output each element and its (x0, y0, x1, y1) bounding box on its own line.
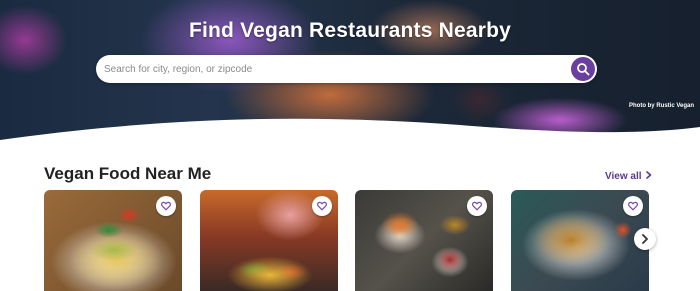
view-all-link[interactable]: View all (605, 171, 652, 182)
heart-icon (317, 201, 327, 211)
favorite-button[interactable] (156, 196, 176, 216)
favorite-button[interactable] (623, 196, 643, 216)
search-icon (577, 63, 590, 76)
restaurant-card[interactable] (511, 190, 649, 291)
heart-icon (472, 201, 482, 211)
restaurant-card[interactable] (44, 190, 182, 291)
heart-icon (628, 201, 638, 211)
view-all-label: View all (605, 171, 642, 182)
search-button[interactable] (571, 57, 595, 81)
section-title: Vegan Food Near Me (44, 164, 212, 183)
search-input[interactable] (104, 59, 564, 79)
photo-credit: Photo by Rustic Vegan (628, 103, 694, 109)
restaurant-card[interactable] (355, 190, 493, 291)
hero-banner: Find Vegan Restaurants Nearby Photo by R… (0, 0, 700, 140)
hero-wave-divider (0, 118, 700, 140)
restaurant-card[interactable] (200, 190, 338, 291)
favorite-button[interactable] (467, 196, 487, 216)
search-box (96, 55, 597, 83)
carousel-next-button[interactable] (634, 228, 656, 250)
heart-icon (161, 201, 171, 211)
chevron-right-icon (645, 171, 652, 182)
chevron-right-icon (642, 234, 648, 244)
hero-title: Find Vegan Restaurants Nearby (188, 19, 512, 42)
favorite-button[interactable] (312, 196, 332, 216)
